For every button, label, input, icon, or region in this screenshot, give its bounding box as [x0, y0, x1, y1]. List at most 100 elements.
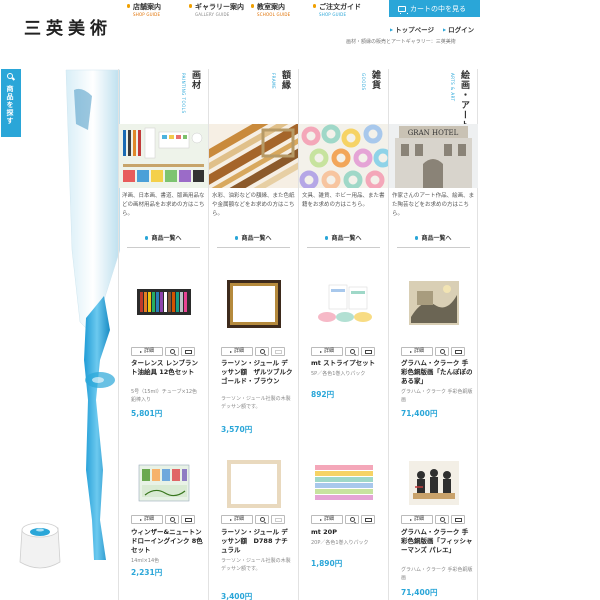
search-tab-label: 商品を探す [6, 85, 14, 125]
add-to-cart-button[interactable] [271, 347, 285, 356]
cart-icon [364, 349, 372, 354]
product-price: 2,231円 [131, 568, 163, 577]
product-name[interactable]: グラハム・クラーク 手彩色銅版画「たんぽぽのある家」 [401, 359, 473, 386]
view-products-link[interactable]: 商品一覧へ [299, 233, 388, 242]
nav-gallery-guide[interactable]: ギャラリー案内 GALLERY GUIDE [189, 3, 251, 21]
category-column-art: 絵画・アート ARTS & ART GRAN HOTEL 作家さんのアート作品、… [388, 69, 478, 600]
product-note: 14ml×14色 [131, 558, 160, 564]
product-price: 3,570円 [221, 425, 253, 434]
category-image-goods[interactable] [299, 124, 388, 188]
zoom-button[interactable] [345, 515, 359, 524]
product-detail-button[interactable]: 詳細 [401, 515, 433, 524]
view-cart-button[interactable]: カートの中を見る [389, 0, 480, 17]
product-note: グラハム・クラーク 手彩色銅版画 [401, 389, 473, 403]
product-detail-button[interactable]: 詳細 [401, 347, 433, 356]
zoom-button[interactable] [435, 515, 449, 524]
product-detail-button[interactable]: 詳細 [131, 347, 163, 356]
zoom-icon [349, 349, 355, 354]
product-image[interactable] [403, 277, 465, 329]
product-image[interactable] [313, 277, 375, 329]
divider [397, 247, 470, 248]
product-note: 5号（15ml）チューブ×12色 鉛棒入り [131, 389, 203, 403]
divider [217, 247, 290, 248]
view-products-link[interactable]: 商品一覧へ [389, 233, 478, 242]
product-actions: 詳細 [221, 347, 285, 356]
divider [127, 247, 200, 248]
product-image[interactable] [313, 457, 375, 509]
category-image-frame[interactable] [209, 124, 298, 188]
product-name[interactable]: mt ストライプセット [311, 359, 383, 368]
zoom-icon [439, 517, 445, 522]
zoom-button[interactable] [165, 515, 179, 524]
product-image[interactable] [133, 457, 195, 509]
zoom-button[interactable] [255, 347, 269, 356]
product-image[interactable] [223, 277, 285, 329]
product-name[interactable]: グラハム・クラーク 手彩色銅版画「フィッシャーマンズ パレエ」 [401, 528, 473, 555]
product-name[interactable]: ターレンス レンブラント油絵具 12色セット [131, 359, 203, 377]
product-image[interactable] [133, 277, 195, 329]
product-detail-button[interactable]: 詳細 [131, 515, 163, 524]
product-name[interactable]: ラーソン・ジュール デッサン額 D788 ナチュラル [221, 528, 293, 555]
product-actions: 詳細 [131, 515, 195, 524]
product-image[interactable] [223, 457, 285, 509]
product-price: 71,400円 [401, 409, 438, 418]
add-to-cart-button[interactable] [451, 515, 465, 524]
product-actions: 詳細 [221, 515, 285, 524]
product-name[interactable]: ウィンザー&ニュートン ドローイングインク 8色セット [131, 528, 203, 555]
divider [307, 247, 380, 248]
category-description: 作家さんのアート作品、絵画、また陶芸などをお求めの方はこちら。 [392, 193, 475, 217]
zoom-button[interactable] [165, 347, 179, 356]
product-note: 5P／各色1巻入りパック [311, 371, 366, 377]
nav-order-guide[interactable]: ご注文ガイド SHOP GUIDE [313, 3, 387, 21]
drop-icon [251, 4, 254, 8]
global-nav: 店舗案内 SHOP GUIDE ギャラリー案内 GALLERY GUIDE 教室… [127, 3, 387, 21]
zoom-icon [169, 517, 175, 522]
zoom-button[interactable] [435, 347, 449, 356]
product-name[interactable]: mt 20P [311, 528, 383, 537]
cart-icon [364, 517, 372, 522]
category-column-goods: 雑貨 GOODS 文具、雑貨、ホビー用品、また書籍をお求めの方はこちら。 商品一… [298, 69, 388, 600]
product-detail-button[interactable]: 詳細 [311, 515, 343, 524]
category-image-painting-tools[interactable] [119, 124, 208, 188]
search-icon [7, 73, 13, 79]
category-description: 洋画、日本画、書道、版画用品などの画材用品をお求めの方はこちら。 [122, 193, 205, 217]
nav-label: 店舗案内 [133, 3, 161, 11]
cart-icon [274, 349, 282, 354]
add-to-cart-button[interactable] [361, 347, 375, 356]
product-detail-button[interactable]: 詳細 [221, 347, 253, 356]
product-actions: 詳細 [311, 347, 375, 356]
category-image-art[interactable]: GRAN HOTEL [389, 124, 478, 188]
category-title: 雑貨 [370, 70, 380, 90]
view-products-link[interactable]: 商品一覧へ [209, 233, 298, 242]
site-tagline: 画材・額縁の販売とアートギャラリー：三英美術 [346, 39, 456, 45]
cart-icon [454, 349, 462, 354]
nav-school-guide[interactable]: 教室案内 SCHOOL GUIDE [251, 3, 313, 21]
product-detail-button[interactable]: 詳細 [221, 515, 253, 524]
cart-icon [184, 517, 192, 522]
nav-sub-label: SHOP GUIDE [319, 12, 347, 17]
product-note: ラーソン・ジュール社製の木製デッサン額です。 [221, 396, 291, 410]
view-products-link[interactable]: 商品一覧へ [119, 233, 208, 242]
drop-icon [127, 4, 130, 8]
nav-shop-guide[interactable]: 店舗案内 SHOP GUIDE [127, 3, 189, 21]
product-image[interactable] [403, 457, 465, 509]
add-to-cart-button[interactable] [181, 347, 195, 356]
product-detail-button[interactable]: 詳細 [311, 347, 343, 356]
login-link[interactable]: ログイン [443, 24, 474, 34]
add-to-cart-button[interactable] [271, 515, 285, 524]
zoom-button[interactable] [345, 347, 359, 356]
product-price: 1,890円 [311, 559, 343, 568]
top-page-link[interactable]: トップページ [390, 24, 434, 34]
search-products-tab[interactable]: 商品を探す [1, 69, 21, 137]
add-to-cart-button[interactable] [181, 515, 195, 524]
product-name[interactable]: ラーソン・ジュール デッサン額 ザルツブルク ゴールド・ブラウン [221, 359, 293, 386]
cart-icon [274, 517, 282, 522]
add-to-cart-button[interactable] [361, 515, 375, 524]
product-actions: 詳細 [311, 515, 375, 524]
add-to-cart-button[interactable] [451, 347, 465, 356]
zoom-button[interactable] [255, 515, 269, 524]
product-price: 892円 [311, 390, 335, 399]
cart-icon [184, 349, 192, 354]
site-logo[interactable]: 三英美術 [24, 14, 112, 39]
product-note: ラーソン・ジュール社製の木製デッサン額です。 [221, 558, 291, 572]
